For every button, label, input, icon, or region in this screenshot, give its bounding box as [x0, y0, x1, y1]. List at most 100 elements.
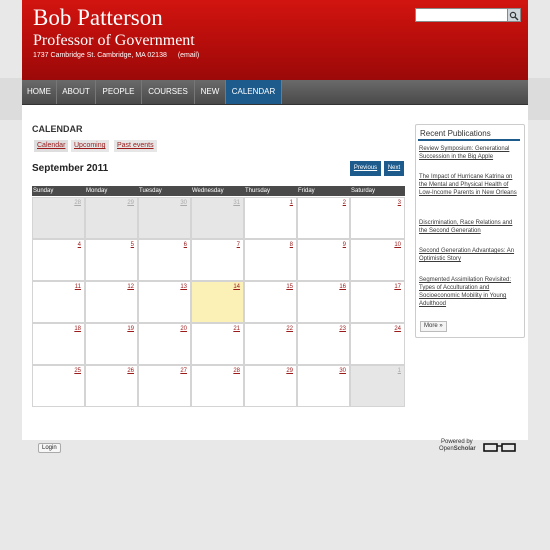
day-number-link[interactable]: 17: [394, 284, 401, 290]
calendar-day-cell[interactable]: 19: [85, 323, 138, 365]
day-number-link[interactable]: 10: [394, 242, 401, 248]
calendar-day-cell[interactable]: 14: [191, 281, 244, 323]
day-number-link[interactable]: 19: [127, 326, 134, 332]
weekday-header: Sunday: [32, 186, 85, 196]
calendar-day-cell[interactable]: 20: [138, 323, 191, 365]
day-number-link[interactable]: 13: [180, 284, 187, 290]
day-number-link[interactable]: 21: [233, 326, 240, 332]
previous-button[interactable]: Previous: [350, 161, 381, 176]
calendar-day-cell[interactable]: 13: [138, 281, 191, 323]
day-number-link[interactable]: 9: [343, 242, 346, 248]
day-number-link[interactable]: 27: [180, 368, 187, 374]
nav-home[interactable]: HOME: [22, 80, 57, 104]
calendar-day-cell[interactable]: 8: [244, 239, 297, 281]
day-number-link[interactable]: 20: [180, 326, 187, 332]
calendar-day-cell[interactable]: 4: [32, 239, 85, 281]
day-number-link[interactable]: 2: [343, 200, 346, 206]
day-number-link[interactable]: 7: [237, 242, 240, 248]
publication-link[interactable]: Review Symposium: Generational Successio…: [419, 145, 519, 161]
day-number-link[interactable]: 25: [74, 368, 81, 374]
calendar-day-cell[interactable]: 28: [191, 365, 244, 407]
publication-link[interactable]: Second Generation Advantages: An Optimis…: [419, 247, 519, 263]
calendar-day-cell[interactable]: 2: [297, 197, 350, 239]
day-number-link[interactable]: 18: [74, 326, 81, 332]
search-button[interactable]: [507, 8, 521, 22]
day-number-link[interactable]: 26: [127, 368, 134, 374]
calendar-day-cell[interactable]: 29: [244, 365, 297, 407]
day-number-link[interactable]: 14: [233, 284, 240, 290]
calendar-day-cell[interactable]: 25: [32, 365, 85, 407]
day-number-link[interactable]: 23: [339, 326, 346, 332]
more-button[interactable]: More »: [420, 321, 447, 332]
day-number-link[interactable]: 12: [127, 284, 134, 290]
publication-link[interactable]: Segmented Assimilation Revisited: Types …: [419, 276, 519, 308]
publication-link[interactable]: Discrimination, Race Relations and the S…: [419, 219, 519, 235]
day-number-link[interactable]: 5: [131, 242, 134, 248]
brand-open: Open: [439, 446, 454, 452]
day-number-link[interactable]: 29: [286, 368, 293, 374]
nav-courses[interactable]: COURSES: [142, 80, 195, 104]
day-number-link[interactable]: 28: [74, 200, 81, 206]
email-link[interactable]: (email): [178, 52, 199, 59]
day-number-link[interactable]: 3: [398, 200, 401, 206]
calendar-day-cell[interactable]: 23: [297, 323, 350, 365]
calendar-day-cell[interactable]: 11: [32, 281, 85, 323]
day-number-link[interactable]: 4: [78, 242, 81, 248]
day-number-link[interactable]: 11: [75, 284, 81, 290]
calendar-day-cell[interactable]: 6: [138, 239, 191, 281]
calendar-day-cell[interactable]: 29: [85, 197, 138, 239]
login-button[interactable]: Login: [38, 443, 61, 453]
weekday-header: Friday: [297, 186, 350, 196]
tab-past-events[interactable]: Past events: [114, 140, 157, 152]
site-name[interactable]: Bob Patterson: [33, 5, 163, 31]
calendar-day-cell[interactable]: 18: [32, 323, 85, 365]
day-number-link[interactable]: 6: [184, 242, 187, 248]
day-number-link[interactable]: 31: [233, 200, 240, 206]
calendar-day-cell[interactable]: 5: [85, 239, 138, 281]
day-number-link[interactable]: 30: [180, 200, 187, 206]
calendar-day-cell[interactable]: 22: [244, 323, 297, 365]
calendar-day-cell[interactable]: 7: [191, 239, 244, 281]
publication-link[interactable]: The Impact of Hurricane Katrina on the M…: [419, 173, 519, 197]
sidebar-divider: [418, 139, 520, 141]
tab-calendar[interactable]: Calendar: [34, 140, 69, 152]
search-icon: [509, 11, 519, 21]
day-number-link[interactable]: 28: [233, 368, 240, 374]
calendar-day-cell[interactable]: 1: [350, 365, 405, 407]
calendar-day-cell[interactable]: 9: [297, 239, 350, 281]
day-number-link[interactable]: 30: [339, 368, 346, 374]
day-number-link[interactable]: 16: [339, 284, 346, 290]
calendar-day-cell[interactable]: 12: [85, 281, 138, 323]
nav-calendar[interactable]: CALENDAR: [226, 80, 282, 104]
calendar-day-cell[interactable]: 28: [32, 197, 85, 239]
calendar-day-cell[interactable]: 21: [191, 323, 244, 365]
weekday-header: Monday: [85, 186, 138, 196]
calendar-day-cell[interactable]: 24: [350, 323, 405, 365]
calendar-day-cell[interactable]: 30: [138, 197, 191, 239]
calendar-day-cell[interactable]: 31: [191, 197, 244, 239]
day-number-link[interactable]: 1: [398, 368, 401, 374]
day-number-link[interactable]: 22: [286, 326, 293, 332]
next-button[interactable]: Next: [384, 161, 404, 176]
day-number-link[interactable]: 24: [394, 326, 401, 332]
nav-about[interactable]: ABOUT: [57, 80, 96, 104]
calendar-day-cell[interactable]: 15: [244, 281, 297, 323]
tab-upcoming[interactable]: Upcoming: [71, 140, 109, 152]
search-input[interactable]: [415, 8, 509, 22]
day-number-link[interactable]: 15: [286, 284, 293, 290]
nav-people[interactable]: PEOPLE: [96, 80, 142, 104]
calendar-day-cell[interactable]: 26: [85, 365, 138, 407]
calendar-day-cell[interactable]: 27: [138, 365, 191, 407]
openscholar-logo[interactable]: OpenScholar: [439, 446, 476, 452]
day-number-link[interactable]: 29: [127, 200, 134, 206]
calendar-day-cell[interactable]: 17: [350, 281, 405, 323]
day-number-link[interactable]: 1: [290, 200, 293, 206]
page: Bob Patterson Professor of Government 17…: [0, 0, 550, 550]
calendar-day-cell[interactable]: 1: [244, 197, 297, 239]
calendar-day-cell[interactable]: 3: [350, 197, 405, 239]
calendar-day-cell[interactable]: 30: [297, 365, 350, 407]
calendar-day-cell[interactable]: 16: [297, 281, 350, 323]
calendar-day-cell[interactable]: 10: [350, 239, 405, 281]
day-number-link[interactable]: 8: [290, 242, 293, 248]
nav-new[interactable]: NEW: [195, 80, 226, 104]
